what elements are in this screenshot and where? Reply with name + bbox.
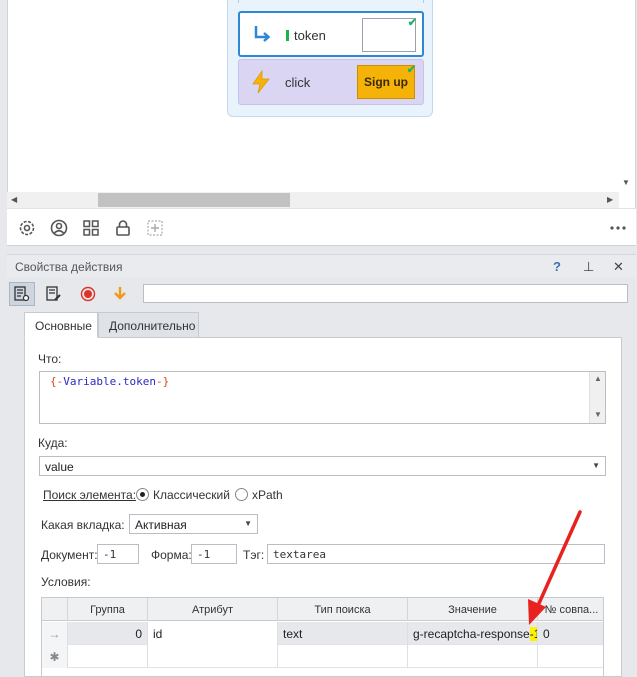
radio-classic-label[interactable]: Классический xyxy=(153,488,230,502)
which-tab-label: Какая вкладка: xyxy=(41,518,125,532)
tab-basic[interactable]: Основные xyxy=(24,312,98,338)
record-icon xyxy=(80,286,96,302)
workflow-canvas[interactable]: token ✔ click Sign up ✔ xyxy=(7,0,636,208)
scroll-up-arrow[interactable]: ▲ xyxy=(594,374,602,383)
cell-search-type-new[interactable] xyxy=(278,645,408,668)
panel-title: Свойства действия xyxy=(15,260,123,274)
cell-attribute[interactable]: id xyxy=(148,622,278,645)
gear-icon[interactable] xyxy=(18,219,36,237)
cell-group-new[interactable] xyxy=(68,645,148,668)
new-row[interactable]: ✱ xyxy=(42,645,603,668)
radio-xpath[interactable] xyxy=(235,488,248,501)
what-label: Что: xyxy=(38,352,62,366)
grid-icon[interactable] xyxy=(82,219,100,237)
cell-value[interactable]: g-recaptcha-response-1 xyxy=(408,622,538,645)
add-box-icon[interactable] xyxy=(146,219,164,237)
vertical-scroll-down-arrow[interactable]: ▼ xyxy=(622,178,630,187)
pin-button[interactable]: ⊥ xyxy=(583,259,594,275)
where-label: Куда: xyxy=(38,436,68,450)
textarea-scrollbar[interactable]: ▲ ▼ xyxy=(589,372,605,423)
user-circle-icon[interactable] xyxy=(50,219,68,237)
grid-header-value[interactable]: Значение xyxy=(408,598,538,621)
grid-header-attribute[interactable]: Атрибут xyxy=(148,598,278,621)
radio-classic[interactable] xyxy=(136,488,149,501)
new-row-icon: ✱ xyxy=(42,645,68,668)
arrow-down-icon xyxy=(114,287,126,300)
node-click-thumbnail: Sign up ✔ xyxy=(357,64,416,99)
download-button[interactable] xyxy=(107,282,133,306)
action-name-input[interactable] xyxy=(143,284,628,303)
check-icon: ✔ xyxy=(406,64,416,76)
return-arrow-icon xyxy=(254,26,271,42)
node-group: token ✔ click Sign up ✔ xyxy=(227,0,433,117)
properties-panel-header: Свойства действия ? ⊥ ✕ xyxy=(7,254,636,278)
what-textarea[interactable]: {-Variable.token-} ▲ ▼ xyxy=(39,371,606,424)
record-button[interactable] xyxy=(75,282,101,306)
conditions-grid[interactable]: Группа Атрибут Тип поиска Значение № сов… xyxy=(41,597,604,677)
panel-toolbar xyxy=(7,280,636,308)
lightning-icon xyxy=(252,70,270,94)
status-bar-icon xyxy=(286,30,289,41)
conditions-label: Условия: xyxy=(41,575,91,589)
previous-node-stub xyxy=(238,0,424,3)
cell-value-new[interactable] xyxy=(408,645,538,668)
what-value: {-Variable.token-} xyxy=(50,375,170,388)
node-click[interactable]: click Sign up ✔ xyxy=(238,59,424,105)
scroll-left-arrow[interactable]: ◀ xyxy=(11,195,17,204)
list-settings-icon xyxy=(14,286,30,302)
horizontal-scrollbar[interactable]: ◀ ▶ xyxy=(7,192,619,208)
chevron-down-icon: ▼ xyxy=(244,519,252,528)
grid-header-match[interactable]: № совпа... xyxy=(538,598,605,621)
document-input[interactable]: -1 xyxy=(97,544,139,564)
grid-header: Группа Атрибут Тип поиска Значение № сов… xyxy=(42,598,603,621)
search-element-label[interactable]: Поиск элемента: xyxy=(43,488,136,502)
document-label: Документ: xyxy=(41,548,98,562)
chevron-down-icon: ▼ xyxy=(592,461,600,470)
scroll-right-arrow[interactable]: ▶ xyxy=(607,195,613,204)
radio-xpath-label[interactable]: xPath xyxy=(252,488,283,502)
more-icon[interactable] xyxy=(609,219,627,237)
list-edit-icon xyxy=(46,286,61,301)
tab-advanced[interactable]: Дополнительно xyxy=(98,312,199,338)
close-button[interactable]: ✕ xyxy=(613,259,624,275)
node-token-thumbnail: ✔ xyxy=(362,17,417,52)
help-button[interactable]: ? xyxy=(553,259,561,274)
edit-list-button[interactable] xyxy=(41,282,67,306)
cell-search-type[interactable]: text xyxy=(278,622,408,645)
cell-match-new[interactable] xyxy=(538,645,605,668)
cell-match[interactable]: 0 xyxy=(538,622,605,645)
node-token[interactable]: token ✔ xyxy=(238,11,424,57)
properties-view-button[interactable] xyxy=(9,282,35,306)
tab-content-basic: Что: {-Variable.token-} ▲ ▼ Куда: value … xyxy=(24,337,622,677)
tag-label: Тэг: xyxy=(243,548,265,562)
which-tab-select[interactable]: Активная ▼ xyxy=(129,514,258,534)
tag-input[interactable]: textarea xyxy=(267,544,605,564)
where-select[interactable]: value ▼ xyxy=(39,456,606,476)
grid-header-group[interactable]: Группа xyxy=(68,598,148,621)
node-token-label: token xyxy=(286,28,326,43)
table-row[interactable]: → 0 id text g-recaptcha-response-1 0 xyxy=(42,622,603,645)
canvas-toolbar xyxy=(7,208,636,246)
node-click-label: click xyxy=(285,75,311,90)
scroll-down-arrow[interactable]: ▼ xyxy=(594,410,602,419)
form-label: Форма: xyxy=(151,548,192,562)
lock-icon[interactable] xyxy=(114,219,132,237)
grid-header-indicator xyxy=(42,598,68,621)
grid-header-search-type[interactable]: Тип поиска xyxy=(278,598,408,621)
cell-group[interactable]: 0 xyxy=(68,622,148,645)
scroll-thumb[interactable] xyxy=(98,193,290,207)
form-input[interactable]: -1 xyxy=(191,544,237,564)
current-row-icon: → xyxy=(42,622,68,645)
highlighted-suffix: -1 xyxy=(529,626,537,641)
cell-attribute-new[interactable] xyxy=(148,645,278,668)
check-icon: ✔ xyxy=(407,17,417,29)
